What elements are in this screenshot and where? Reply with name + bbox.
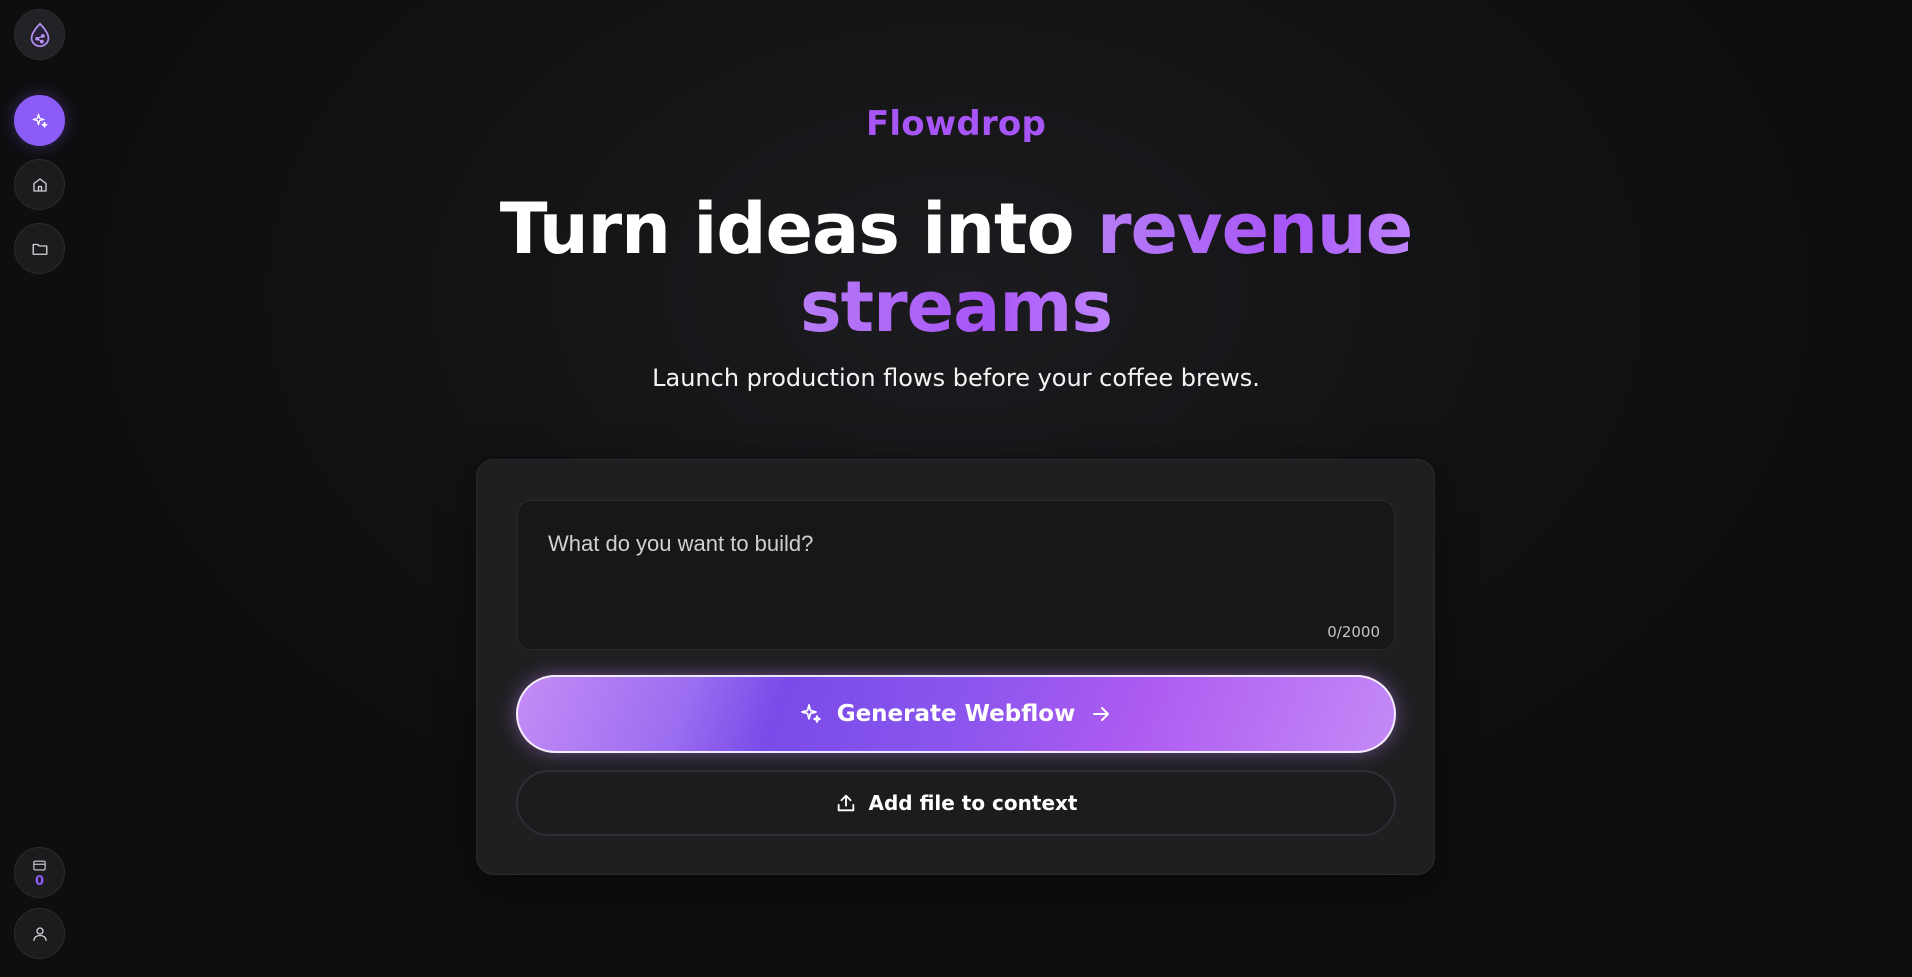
upload-icon: [837, 794, 854, 812]
credits-button[interactable]: 0: [14, 847, 65, 898]
user-profile-button[interactable]: [14, 908, 65, 959]
brand-title: Flowdrop: [865, 104, 1047, 144]
headline-text: Turn ideas into: [499, 188, 1097, 270]
hero-subtitle: Launch production flows before your coff…: [652, 364, 1260, 392]
add-file-label: Add file to context: [868, 791, 1078, 815]
generate-webflow-button[interactable]: Generate Webflow: [516, 675, 1396, 753]
credit-count: 0: [34, 873, 45, 889]
sidebar: 0: [0, 0, 80, 977]
credit-card-icon: [33, 860, 46, 870]
char-count: 0/2000: [1327, 623, 1380, 641]
prompt-card: 0/2000 Generate Webflow Add file to cont…: [476, 459, 1435, 875]
arrow-right-icon: [1093, 707, 1110, 721]
add-file-button[interactable]: Add file to context: [516, 770, 1396, 836]
generate-button-label: Generate Webflow: [836, 701, 1076, 727]
hero-headline: Turn ideas into revenue streams: [0, 190, 1912, 346]
user-icon: [32, 926, 47, 941]
headline-accent-1: revenue: [1096, 188, 1413, 270]
prompt-box: 0/2000: [517, 500, 1395, 650]
prompt-input[interactable]: [518, 501, 1394, 649]
headline-accent-2: streams: [800, 266, 1113, 348]
sparkles-icon: [800, 704, 821, 723]
flowdrop-logo-icon: [30, 22, 49, 47]
logo-button[interactable]: [14, 9, 65, 60]
